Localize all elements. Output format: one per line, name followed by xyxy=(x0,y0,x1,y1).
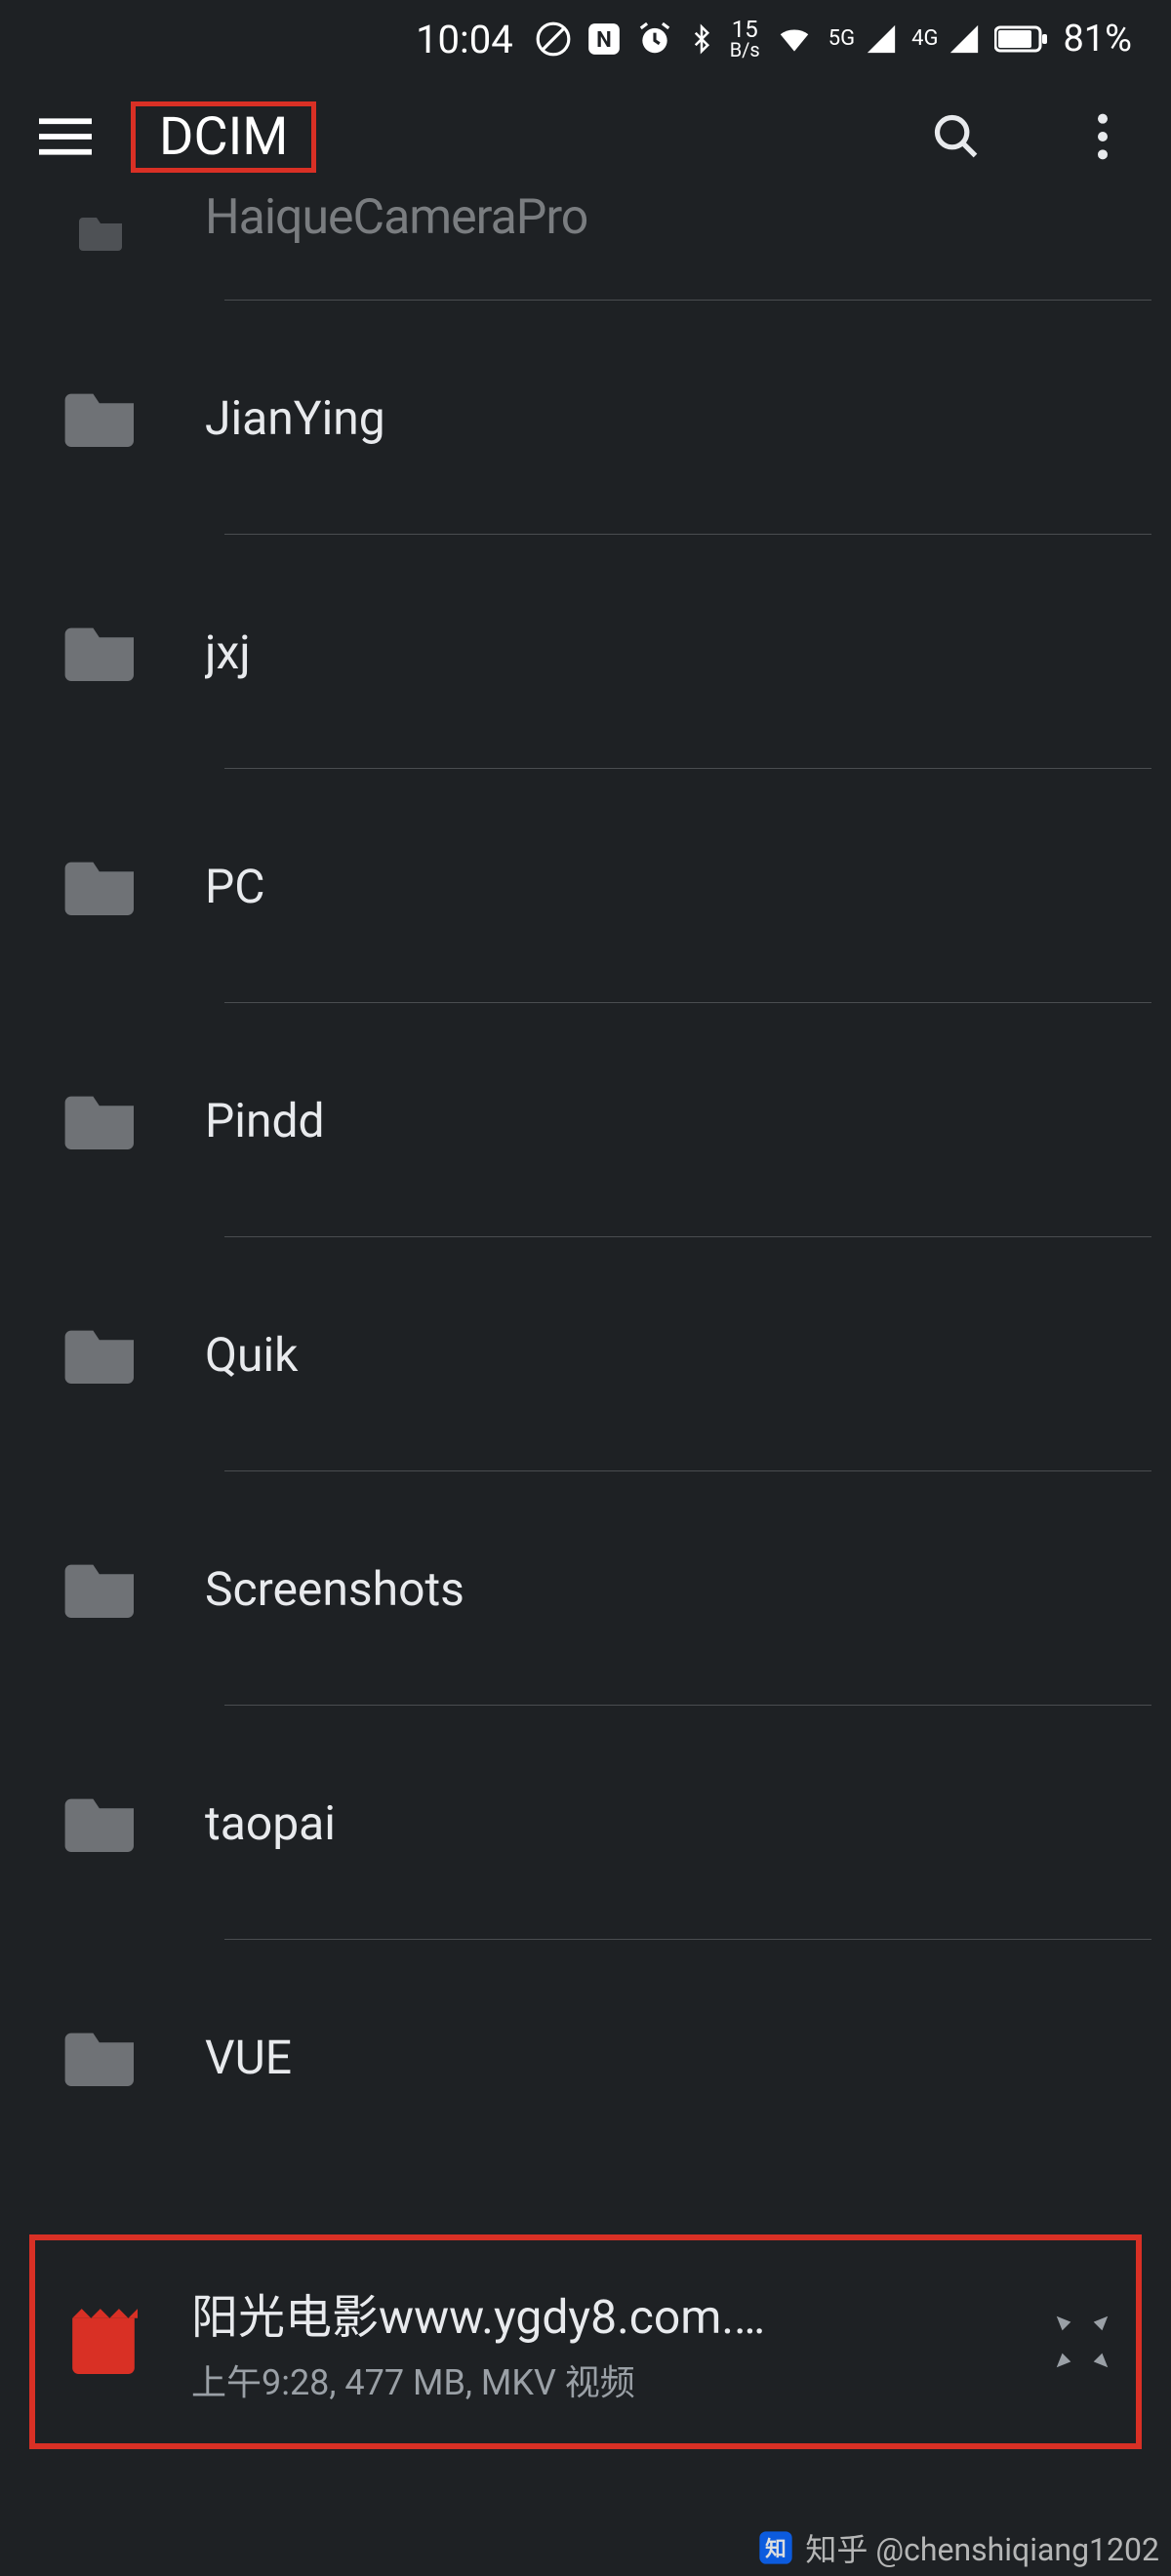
nfc-icon: N xyxy=(586,20,623,58)
folder-name: VUE xyxy=(205,2030,1142,2085)
folder-icon xyxy=(63,1087,141,1153)
video-file-name: 阳光电影www.ygdy8.com.… xyxy=(191,2278,999,2347)
video-file-item[interactable]: 阳光电影www.ygdy8.com.… 上午9:28, 477 MB, MKV … xyxy=(29,2234,1142,2449)
list-item[interactable]: taopai xyxy=(0,1706,1171,1940)
svg-text:知: 知 xyxy=(766,2536,787,2561)
network-4g-label: 4G xyxy=(911,28,938,50)
folder-icon xyxy=(63,619,141,685)
list-item[interactable]: Quik xyxy=(0,1237,1171,1471)
battery-percent: 81% xyxy=(1063,18,1132,60)
list-item[interactable]: jxj xyxy=(0,535,1171,769)
folder-name: PC xyxy=(205,859,1142,914)
folder-icon xyxy=(63,1790,141,1856)
list-item[interactable]: VUE xyxy=(0,1940,1171,2174)
folder-name: Screenshots xyxy=(205,1561,1142,1617)
network-5g-label: 5G xyxy=(828,28,855,50)
alarm-icon xyxy=(636,20,673,58)
bluetooth-icon xyxy=(687,20,716,58)
folder-name: jxj xyxy=(205,624,1142,680)
battery-icon xyxy=(994,24,1049,54)
list-item[interactable]: JianYing xyxy=(0,301,1171,535)
status-time: 10:04 xyxy=(416,17,513,62)
search-button[interactable] xyxy=(927,107,986,166)
watermark-text: 知乎 @chenshiqiang1202 xyxy=(805,2525,1159,2570)
status-bar: 10:04 N 15 B/s 5G 4G 81% xyxy=(0,0,1171,78)
folder-icon xyxy=(63,1555,141,1622)
signal-1-icon xyxy=(865,22,898,56)
menu-button[interactable] xyxy=(39,110,92,163)
wifi-icon xyxy=(774,20,815,58)
video-file-text: 阳光电影www.ygdy8.com.… 上午9:28, 477 MB, MKV … xyxy=(191,2278,999,2405)
file-list: HaiqueCameraPro JianYing jxj PC Pindd Qu… xyxy=(0,174,1171,2576)
page-title: DCIM xyxy=(136,101,311,174)
list-item[interactable]: PC xyxy=(0,769,1171,1003)
signal-2-icon xyxy=(948,22,981,56)
video-file-meta: 上午9:28, 477 MB, MKV 视频 xyxy=(191,2355,999,2405)
folder-name: taopai xyxy=(205,1795,1142,1851)
watermark: 知 知乎 @chenshiqiang1202 xyxy=(745,2519,1171,2576)
folder-name: Pindd xyxy=(205,1093,1142,1148)
svg-text:N: N xyxy=(596,27,612,53)
no-disturb-icon xyxy=(535,20,572,58)
list-item[interactable]: Pindd xyxy=(0,1003,1171,1237)
folder-icon xyxy=(63,2024,141,2090)
folder-icon xyxy=(63,212,141,255)
more-button[interactable] xyxy=(1073,107,1132,166)
network-speed: 15 B/s xyxy=(730,20,760,59)
folder-icon xyxy=(63,853,141,919)
video-file-icon xyxy=(64,2306,142,2378)
list-item[interactable]: HaiqueCameraPro xyxy=(0,174,1171,301)
folder-name: JianYing xyxy=(205,390,1142,446)
list-item[interactable]: Screenshots xyxy=(0,1471,1171,1706)
title-highlight: DCIM xyxy=(131,101,316,173)
folder-icon xyxy=(63,384,141,451)
folder-name: HaiqueCameraPro xyxy=(205,189,1142,246)
folder-name: Quik xyxy=(205,1327,1142,1383)
folder-icon xyxy=(63,1321,141,1388)
expand-button[interactable] xyxy=(1048,2308,1116,2376)
